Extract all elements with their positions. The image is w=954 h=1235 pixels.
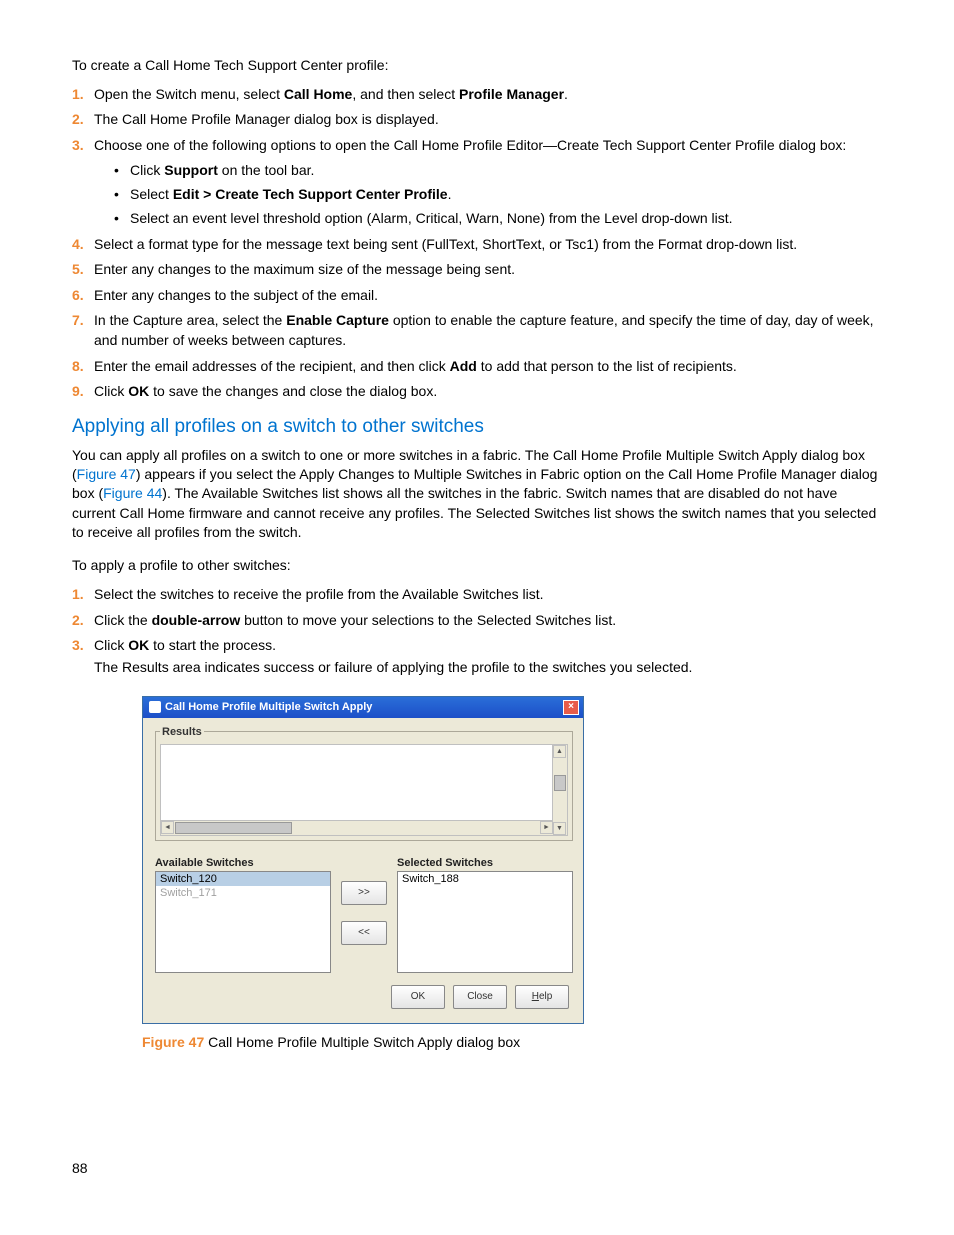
page-number: 88 xyxy=(72,1160,882,1176)
section-heading-apply: Applying all profiles on a switch to oth… xyxy=(72,416,882,438)
list-item: 5.Enter any changes to the maximum size … xyxy=(72,260,882,280)
list-item[interactable]: Switch_188 xyxy=(398,872,572,886)
list-item: 7.In the Capture area, select the Enable… xyxy=(72,311,882,350)
available-switches-listbox[interactable]: Switch_120Switch_171 xyxy=(155,871,331,973)
xref-figure-47[interactable]: Figure 47 xyxy=(77,466,136,482)
steps-create-profile: 1.Open the Switch menu, select Call Home… xyxy=(72,85,882,402)
list-item: 1.Select the switches to receive the pro… xyxy=(72,585,882,605)
intro-create-profile: To create a Call Home Tech Support Cente… xyxy=(72,56,882,75)
available-switches-label: Available Switches xyxy=(155,857,331,869)
results-legend: Results xyxy=(160,726,204,738)
steps-apply-profile: 1.Select the switches to receive the pro… xyxy=(72,585,882,677)
scroll-up-icon[interactable]: ▲ xyxy=(553,745,566,758)
list-item: 2.Click the double-arrow button to move … xyxy=(72,611,882,631)
results-textarea[interactable]: ▲ ▼ ◄ ► xyxy=(160,744,568,836)
close-icon[interactable]: × xyxy=(563,700,579,715)
dialog-multiple-switch-apply: Call Home Profile Multiple Switch Apply … xyxy=(142,696,584,1024)
dialog-title: Call Home Profile Multiple Switch Apply xyxy=(165,701,372,713)
dialog-titlebar: Call Home Profile Multiple Switch Apply … xyxy=(143,697,583,718)
list-item: 1.Open the Switch menu, select Call Home… xyxy=(72,85,882,105)
close-button[interactable]: Close xyxy=(453,985,507,1009)
remove-button[interactable]: << xyxy=(341,921,387,945)
selected-switches-label: Selected Switches xyxy=(397,857,573,869)
scroll-left-icon[interactable]: ◄ xyxy=(161,821,174,834)
scroll-thumb[interactable] xyxy=(554,775,566,791)
xref-figure-44[interactable]: Figure 44 xyxy=(103,485,162,501)
hscroll-thumb[interactable] xyxy=(175,822,292,834)
vertical-scrollbar[interactable]: ▲ ▼ xyxy=(552,745,567,835)
horizontal-scrollbar[interactable]: ◄ ► xyxy=(161,820,553,835)
list-item: Select an event level threshold option (… xyxy=(114,208,882,228)
help-button[interactable]: Help xyxy=(515,985,569,1009)
figure-caption: Figure 47 Call Home Profile Multiple Swi… xyxy=(142,1034,882,1050)
ok-button[interactable]: OK xyxy=(391,985,445,1009)
selected-switches-listbox[interactable]: Switch_188 xyxy=(397,871,573,973)
scroll-right-icon[interactable]: ► xyxy=(540,821,553,834)
add-button[interactable]: >> xyxy=(341,881,387,905)
list-item: 9.Click OK to save the changes and close… xyxy=(72,382,882,402)
list-item: 8.Enter the email addresses of the recip… xyxy=(72,357,882,377)
results-fieldset: Results ▲ ▼ ◄ ► xyxy=(155,726,573,841)
list-item: Select Edit > Create Tech Support Center… xyxy=(114,184,882,204)
list-item: 4.Select a format type for the message t… xyxy=(72,235,882,255)
list-item: 3.Choose one of the following options to… xyxy=(72,136,882,228)
intro-apply-profile: To apply a profile to other switches: xyxy=(72,556,882,575)
list-item: 6.Enter any changes to the subject of th… xyxy=(72,286,882,306)
java-icon xyxy=(149,701,161,713)
list-item: 2.The Call Home Profile Manager dialog b… xyxy=(72,110,882,130)
list-item: Click Support on the tool bar. xyxy=(114,160,882,180)
list-item: 3.Click OK to start the process.The Resu… xyxy=(72,636,882,677)
list-item[interactable]: Switch_171 xyxy=(156,886,330,900)
apply-body-paragraph: You can apply all profiles on a switch t… xyxy=(72,446,882,543)
list-item[interactable]: Switch_120 xyxy=(156,872,330,886)
scroll-down-icon[interactable]: ▼ xyxy=(553,822,566,835)
